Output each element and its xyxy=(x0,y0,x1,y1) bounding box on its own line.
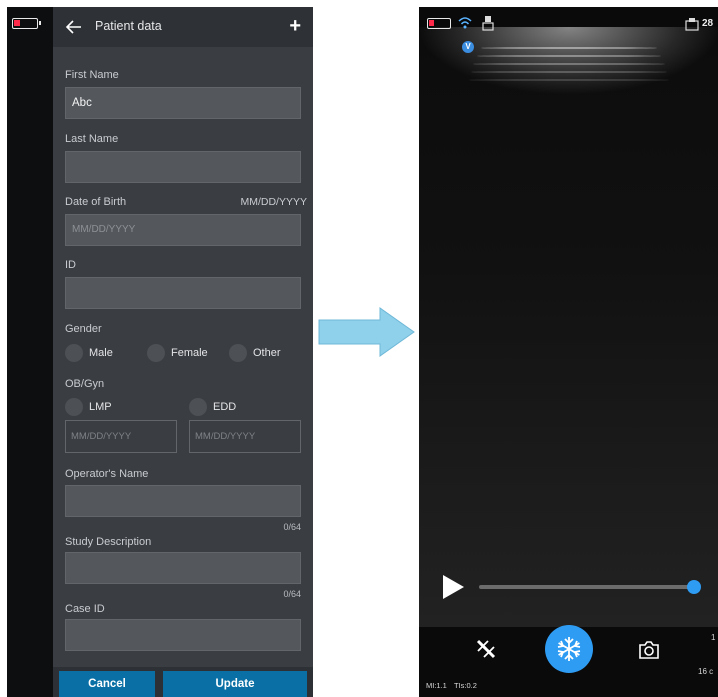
page-title: Patient data xyxy=(95,19,162,33)
gender-female-radio[interactable]: Female xyxy=(147,344,208,362)
case-id-label: Case ID xyxy=(65,603,105,615)
snowflake-icon xyxy=(557,637,581,661)
camera-icon[interactable] xyxy=(638,640,660,660)
radio-circle-icon xyxy=(189,398,207,416)
tissue-band xyxy=(469,79,669,81)
patient-data-panel: Patient data + First Name Abc Last Name … xyxy=(53,7,313,697)
tissue-band xyxy=(481,47,657,49)
ultrasound-image xyxy=(419,27,718,627)
obgyn-label: OB/Gyn xyxy=(65,378,105,390)
radio-circle-icon xyxy=(229,344,247,362)
cine-slider[interactable] xyxy=(479,585,694,589)
last-name-label: Last Name xyxy=(65,133,119,145)
v-badge: V xyxy=(462,41,474,53)
plus-icon[interactable]: + xyxy=(289,16,301,36)
battery-icon xyxy=(427,18,451,29)
battery-icon xyxy=(12,18,41,29)
tissue-band xyxy=(471,71,667,73)
caliper-icon[interactable] xyxy=(474,637,498,661)
panel-header: Patient data + xyxy=(53,7,313,47)
radio-circle-icon xyxy=(65,344,83,362)
id-field[interactable] xyxy=(65,277,301,309)
edd-radio[interactable]: EDD xyxy=(189,398,236,416)
first-name-label: First Name xyxy=(65,69,119,81)
top-right-value: 28 xyxy=(702,18,714,29)
ultrasound-screen: V 28 1 16 c MI:1.1 TIs:0.2 xyxy=(419,7,718,697)
study-description-counter: 0/64 xyxy=(283,589,301,599)
freeze-button[interactable] xyxy=(545,625,593,673)
mi-readout: MI:1.1 xyxy=(426,681,447,690)
wifi-icon xyxy=(458,17,472,29)
play-icon[interactable] xyxy=(441,574,465,600)
study-description-field[interactable] xyxy=(65,552,301,584)
edd-date-field[interactable]: MM/DD/YYYY xyxy=(189,420,301,453)
probe-icon xyxy=(482,16,494,31)
flow-arrow-icon xyxy=(318,307,415,357)
gender-label: Gender xyxy=(65,323,102,335)
tis-readout: TIs:0.2 xyxy=(454,681,477,690)
patient-data-screen: Patient data + First Name Abc Last Name … xyxy=(7,7,313,697)
side-scale-digit: 1 xyxy=(711,633,716,642)
radio-circle-icon xyxy=(65,398,83,416)
cancel-button[interactable]: Cancel xyxy=(59,671,155,697)
id-label: ID xyxy=(65,259,76,271)
action-bar: Cancel Update xyxy=(53,667,313,697)
operator-name-field[interactable] xyxy=(65,485,301,517)
back-arrow-icon[interactable] xyxy=(65,18,83,36)
tissue-band xyxy=(477,55,661,57)
dob-label: Date of Birth xyxy=(65,196,127,208)
dob-format-hint: MM/DD/YYYY xyxy=(240,196,307,208)
last-name-field[interactable] xyxy=(65,151,301,183)
radio-circle-icon xyxy=(147,344,165,362)
probe-status-icon xyxy=(685,18,699,31)
gender-other-radio[interactable]: Other xyxy=(229,344,281,362)
tissue-band xyxy=(473,63,665,65)
operator-name-counter: 0/64 xyxy=(283,522,301,532)
depth-readout: 16 c xyxy=(698,667,714,676)
case-id-field[interactable] xyxy=(65,619,301,651)
dob-field[interactable]: MM/DD/YYYY xyxy=(65,214,301,246)
lmp-radio[interactable]: LMP xyxy=(65,398,112,416)
update-button[interactable]: Update xyxy=(163,671,307,697)
study-description-label: Study Description xyxy=(65,536,152,548)
lmp-date-field[interactable]: MM/DD/YYYY xyxy=(65,420,177,453)
gender-male-radio[interactable]: Male xyxy=(65,344,113,362)
status-bar xyxy=(7,7,57,35)
cine-slider-thumb[interactable] xyxy=(687,580,701,594)
first-name-field[interactable]: Abc xyxy=(65,87,301,119)
operator-name-label: Operator's Name xyxy=(65,468,149,480)
